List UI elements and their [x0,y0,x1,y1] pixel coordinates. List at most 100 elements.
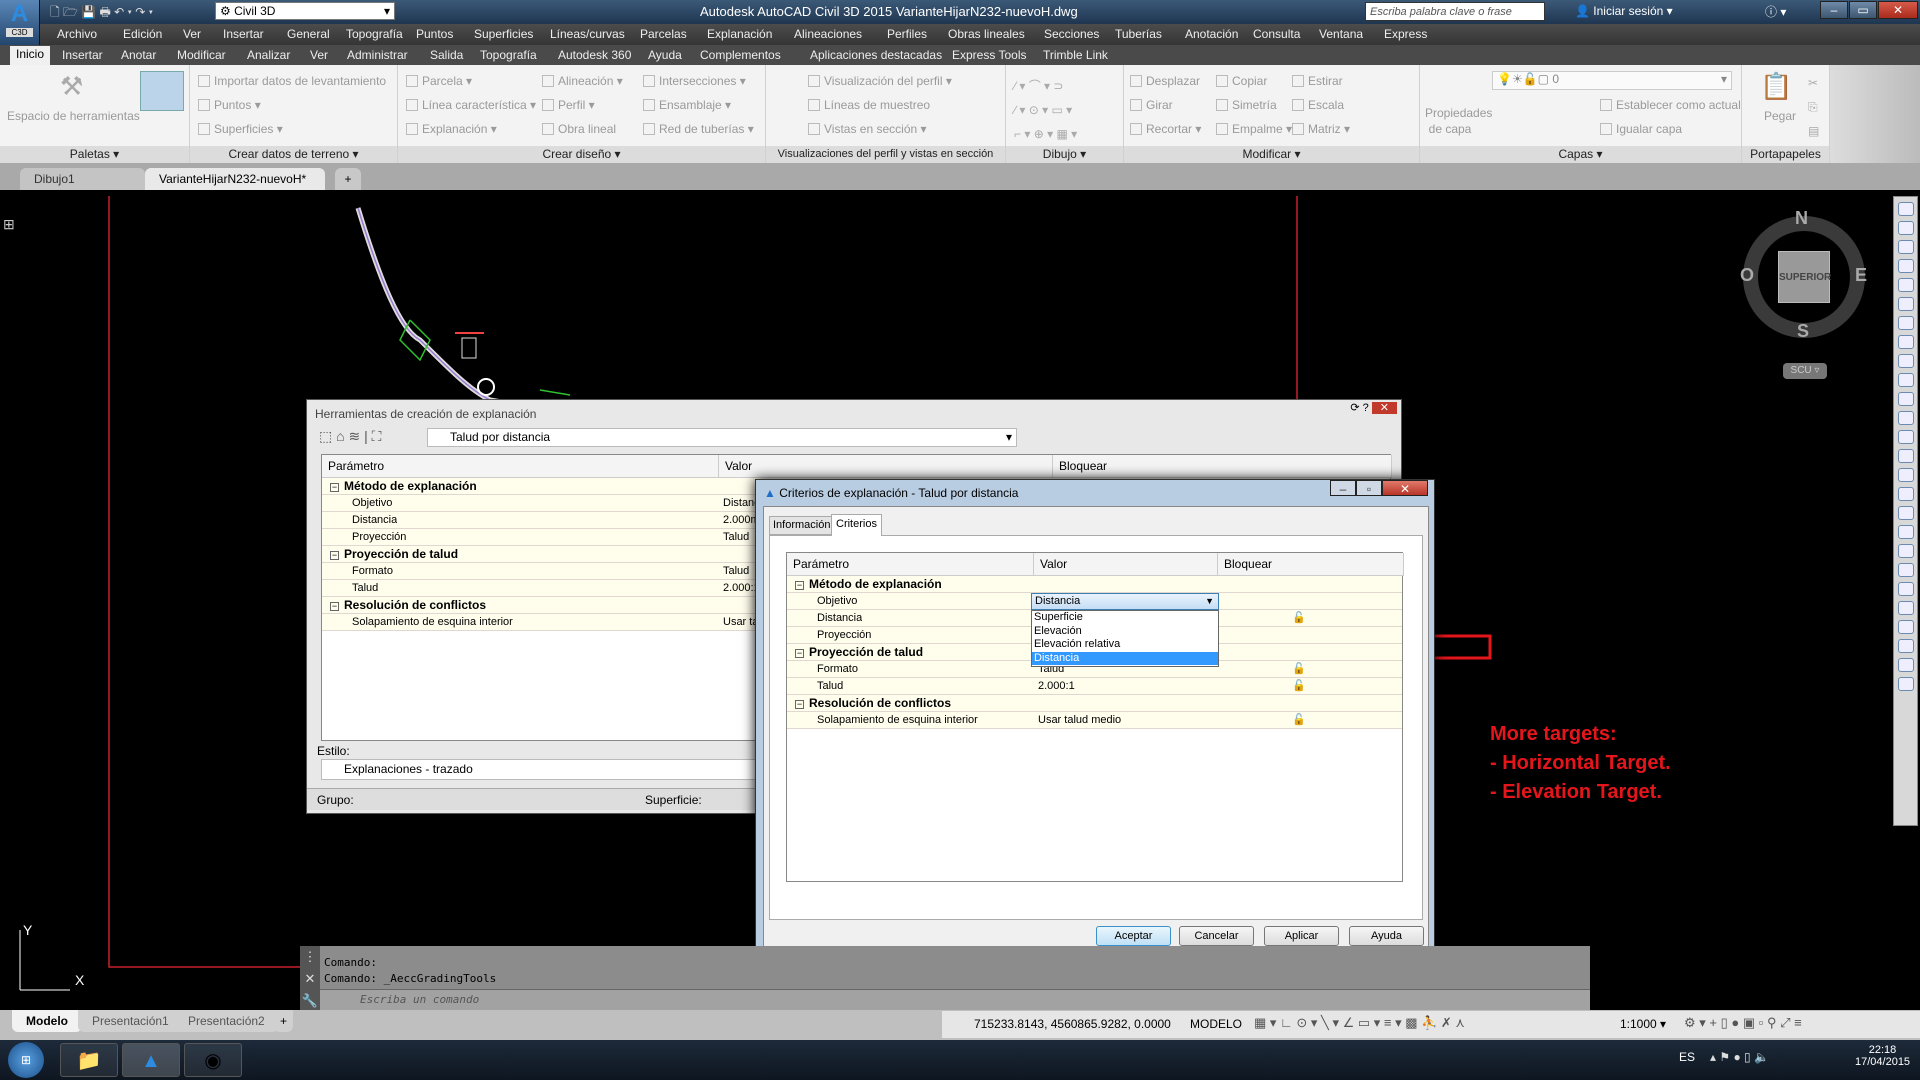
palette-toggle-buttons[interactable] [140,71,184,111]
cancel-button[interactable]: Cancelar [1179,926,1254,946]
ribbon-tab[interactable]: Ayuda [648,48,682,62]
collapse-icon[interactable]: − [330,551,339,560]
ribbon-tab[interactable]: Analizar [247,48,290,62]
file-tab-active[interactable]: VarianteHijarN232-nuevoH* × [145,168,325,208]
close-button[interactable]: ✕ [1382,480,1428,496]
ribbon-tab[interactable]: Insertar [62,48,103,62]
paste-button[interactable]: Pegar [1764,109,1796,123]
menu-item[interactable]: Topografía [346,27,403,41]
layer-select[interactable]: 💡☀🔓▢ 0 ▾ [1492,71,1732,90]
group-row[interactable]: − Resolución de conflictos [787,695,1402,712]
ribbon-button[interactable]: Intersecciones ▾ [643,74,746,88]
ribbon-button[interactable]: Desplazar [1130,74,1200,88]
ribbon-tab[interactable]: Aplicaciones destacadas [810,48,942,62]
menu-item[interactable]: Superficies [474,27,533,41]
ribbon-button[interactable]: Alineación ▾ [542,74,623,88]
cut-copy-icons[interactable]: ✂ ⎘ ▤ [1808,71,1819,143]
dropdown-option[interactable]: Elevación relativa [1032,638,1218,652]
language-indicator[interactable]: ES [1679,1050,1695,1064]
ribbon-button[interactable]: Red de tuberías ▾ [643,122,754,136]
ribbon-button[interactable]: Obra lineal [542,122,616,136]
menu-item[interactable]: Líneas/curvas [550,27,625,41]
annotation-scale[interactable]: 1:1000 ▾ [1620,1017,1666,1031]
ribbon-tab[interactable]: Topografía [480,48,537,62]
dropdown-option[interactable]: Elevación [1032,625,1218,639]
ribbon-button[interactable]: Explanación ▾ [406,122,497,136]
lock-icon[interactable]: 🔓 [1292,661,1306,677]
menu-item[interactable]: Parcelas [640,27,687,41]
collapse-icon[interactable]: − [795,581,804,590]
collapse-icon[interactable]: − [330,602,339,611]
dropdown-option[interactable]: Superficie [1032,611,1218,625]
criteria-select[interactable]: Talud por distancia ▾ [427,428,1017,447]
ribbon-button[interactable]: Girar [1130,98,1173,112]
compass-north[interactable]: N [1795,208,1808,229]
draw-tools-icons[interactable]: ⁄ ▾ ⌒ ▾ ⊃ ∕ ▾ ⊙ ▾ ▭ ▾ ⌐ ▾ ⊕ ▾ ▦ ▾ [1014,74,1077,146]
menu-item[interactable]: Consulta [1253,27,1300,41]
file-tab-dibujo1[interactable]: Dibujo1 [20,168,145,190]
tab-modelo[interactable]: Modelo [12,1010,82,1032]
set-current-button[interactable]: Establecer como actual [1600,98,1741,112]
ribbon-tab[interactable]: Salida [430,48,463,62]
vertical-toolbar[interactable] [1893,196,1918,826]
menu-item[interactable]: Insertar [223,27,264,41]
sample-lines-button[interactable]: Líneas de muestreo [808,98,930,112]
menu-item[interactable]: Edición [123,27,162,41]
ribbon-button[interactable]: Estirar [1292,74,1343,88]
panel-label[interactable]: Modificar ▾ [1124,146,1419,163]
tool-palette-button[interactable]: Espacio de herramientas [7,109,140,123]
menu-item[interactable]: Secciones [1044,27,1099,41]
objetivo-dropdown[interactable]: Distancia ▼ [1031,593,1219,610]
import-survey-button[interactable]: Importar datos de levantamiento [198,74,386,88]
menu-item[interactable]: Archivo [57,27,97,41]
chrome-taskbar-icon[interactable]: ◉ [184,1043,242,1077]
match-layer-button[interactable]: Igualar capa [1600,122,1682,136]
menu-item[interactable]: Obras lineales [948,27,1025,41]
layer-properties-button[interactable]: Propiedades de capa [1425,105,1492,137]
tab-presentacion1[interactable]: Presentación1 [78,1010,183,1032]
menu-item[interactable]: Ver [183,27,201,41]
ribbon-button[interactable]: Simetría [1216,98,1277,112]
ribbon-tab[interactable]: Trimble Link [1043,48,1108,62]
property-row[interactable]: Solapamiento de esquina interior Usar tal… [787,712,1402,729]
menu-item[interactable]: Explanación [707,27,772,41]
ribbon-tab[interactable]: Autodesk 360 [558,48,631,62]
property-row[interactable]: Talud 2.000:1 🔓 [787,678,1402,695]
autocad-taskbar-icon[interactable]: ▲ [122,1043,180,1077]
command-input[interactable]: Escriba un comando [320,989,1590,1010]
maximize-button[interactable]: ▭ [1849,1,1877,19]
menu-item[interactable]: Puntos [416,27,453,41]
panel-label[interactable]: Crear diseño ▾ [398,146,765,163]
menu-item[interactable]: Express [1384,27,1427,41]
ribbon-button[interactable]: Línea característica ▾ [406,98,536,112]
menu-item[interactable]: Perfiles [887,27,927,41]
apply-button[interactable]: Aplicar [1264,926,1339,946]
ribbon-button[interactable]: Escala [1292,98,1344,112]
ribbon-button[interactable]: Matriz ▾ [1292,122,1350,136]
surfaces-button[interactable]: Superficies ▾ [198,122,283,136]
accept-button[interactable]: Aceptar [1096,926,1171,946]
collapse-icon[interactable]: − [795,649,804,658]
new-layout-button[interactable]: + [274,1010,294,1032]
ribbon-tab[interactable]: Inicio [10,46,51,65]
menu-item[interactable]: Tuberías [1115,27,1162,41]
minimize-button[interactable]: – [1330,480,1356,496]
menu-item[interactable]: Alineaciones [794,27,862,41]
sign-in-button[interactable]: 👤 Iniciar sesión ▾ [1575,4,1673,18]
section-views-button[interactable]: Vistas en sección ▾ [808,122,927,136]
application-button[interactable]: A C3D [0,0,40,45]
group-row[interactable]: − Método de explanación [787,576,1402,593]
model-space-button[interactable]: MODELO [1190,1017,1242,1031]
lock-icon[interactable]: 🔓 [1292,678,1306,694]
status-tray-icons[interactable]: ⚙ ▾ + ▯ ● ▣ ▫ ⚲ ⤢ ≡ [1684,1015,1802,1031]
ribbon-tab[interactable]: Complementos [700,48,781,62]
menu-item[interactable]: Anotación [1185,27,1238,41]
panel-label[interactable]: Capas ▾ [1420,146,1741,163]
ribbon-tab[interactable]: Modificar [177,48,226,62]
lock-icon[interactable]: 🔓 [1292,610,1306,626]
explorer-taskbar-icon[interactable]: 📁 [60,1043,118,1077]
help-button[interactable]: Ayuda [1349,926,1424,946]
drafting-toggles[interactable]: ▦ ▾ ∟ ⊙ ▾ ╲ ▾ ∠ ▭ ▾ ≡ ▾ ▩ ⛹ ✗ ⋏ [1254,1015,1465,1031]
ribbon-button[interactable]: Empalme ▾ [1216,122,1292,136]
compass-south[interactable]: S [1797,321,1809,342]
